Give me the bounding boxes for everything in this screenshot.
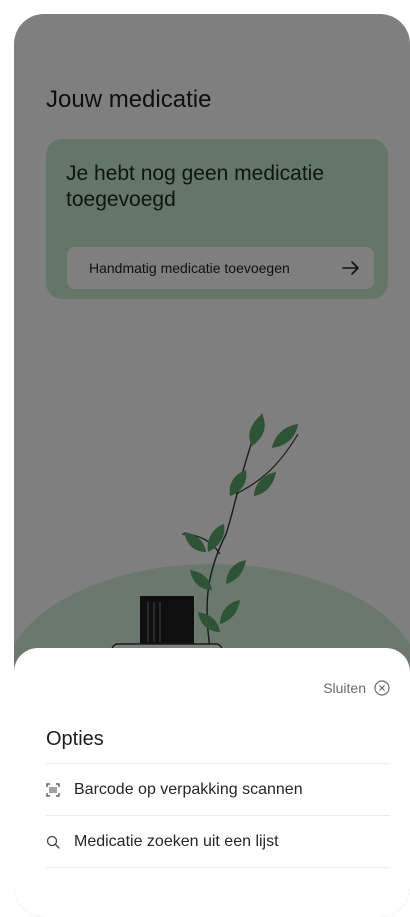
option-label: Barcode op verpakking scannen	[74, 781, 303, 798]
phone-frame: Jouw medicatie Je hebt nog geen medicati…	[14, 14, 410, 917]
options-bottom-sheet: Sluiten Opties Barcode op verpakking sca…	[14, 648, 410, 917]
option-scan-barcode[interactable]: Barcode op verpakking scannen	[46, 763, 390, 816]
close-button[interactable]: Sluiten	[323, 680, 390, 696]
divider	[46, 867, 390, 868]
close-circle-icon	[374, 680, 390, 696]
search-icon	[46, 835, 60, 849]
option-search-list[interactable]: Medicatie zoeken uit een lijst	[46, 815, 390, 868]
sheet-title: Opties	[46, 728, 104, 750]
barcode-scan-icon	[46, 783, 60, 797]
option-label: Medicatie zoeken uit een lijst	[74, 833, 279, 850]
close-label: Sluiten	[323, 680, 366, 696]
